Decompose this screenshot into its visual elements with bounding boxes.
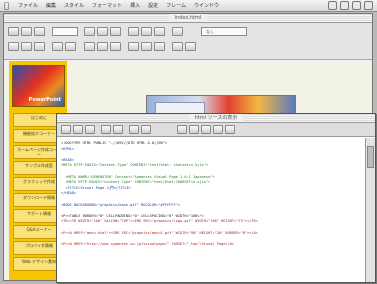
radio-icon[interactable]: [128, 42, 139, 51]
menu-format[interactable]: フォーマット: [92, 2, 122, 9]
menu-edit[interactable]: 編集: [46, 2, 56, 9]
source-window: html ソースの表示 <!DOCTYPE HTML PUBLIC "-//W3…: [56, 113, 376, 283]
clock-icon[interactable]: [328, 1, 337, 10]
heading-select[interactable]: [52, 27, 78, 36]
source-title: html ソースの表示: [188, 114, 244, 122]
form-icon[interactable]: [84, 42, 95, 51]
preview-icon[interactable]: [185, 42, 196, 51]
source-scroll-thumb[interactable]: [367, 146, 374, 168]
font-select-value: なし: [206, 29, 214, 34]
source-tool-icon[interactable]: [85, 125, 95, 134]
finder-icon[interactable]: [364, 1, 373, 10]
menu-file[interactable]: ファイル: [18, 2, 38, 9]
source-title-bar[interactable]: html ソースの表示: [57, 114, 375, 123]
rule-icon[interactable]: [65, 42, 76, 51]
document-title: index.html: [168, 14, 208, 22]
align-left-icon[interactable]: [128, 27, 139, 36]
table-icon[interactable]: [21, 42, 32, 51]
source-tool-icon[interactable]: [101, 125, 111, 134]
logo-text: PowerPoint: [28, 97, 61, 103]
source-tool-icon[interactable]: [141, 125, 151, 134]
underline-icon[interactable]: [110, 27, 121, 36]
menu-settings[interactable]: 設定: [148, 2, 158, 9]
anchor-icon[interactable]: [52, 42, 63, 51]
source-tool-icon[interactable]: [61, 125, 71, 134]
new-icon[interactable]: [8, 27, 19, 36]
html-source-text[interactable]: <!DOCTYPE HTML PUBLIC "-//W3C//DTD HTML …: [57, 138, 365, 282]
format-toolbar: なし: [4, 23, 372, 60]
menu-insert[interactable]: 挿入: [130, 2, 140, 9]
source-tool-icon[interactable]: [213, 125, 223, 134]
site-logo: PowerPoint: [12, 65, 65, 107]
button-icon[interactable]: [141, 42, 152, 51]
menubar-extras: [328, 1, 373, 10]
text-field-icon[interactable]: [97, 42, 108, 51]
source-tool-icon[interactable]: [201, 125, 211, 134]
font-select[interactable]: なし: [201, 27, 247, 36]
source-tool-icon[interactable]: [129, 125, 139, 134]
save-icon[interactable]: [34, 27, 45, 36]
popup-icon[interactable]: [154, 42, 165, 51]
list-icon[interactable]: [172, 27, 183, 36]
source-line: <P><A HREF="http://www.symantec.co.jp/vi…: [61, 241, 235, 246]
source-toolbar: [57, 123, 375, 137]
source-scrollbar[interactable]: [365, 138, 375, 282]
align-right-icon[interactable]: [154, 27, 165, 36]
frame-icon[interactable]: [172, 42, 183, 51]
open-icon[interactable]: [21, 27, 32, 36]
image-icon[interactable]: [8, 42, 19, 51]
source-tool-icon[interactable]: [113, 125, 123, 134]
apple-menu-icon[interactable]: : [4, 1, 12, 10]
align-center-icon[interactable]: [141, 27, 152, 36]
source-tool-icon[interactable]: [73, 125, 83, 134]
help-icon[interactable]: [340, 1, 349, 10]
source-tool-icon[interactable]: [177, 125, 187, 134]
bold-icon[interactable]: [84, 27, 95, 36]
menu-style[interactable]: スタイル: [64, 2, 84, 9]
source-tool-icon[interactable]: [189, 125, 199, 134]
menu-frame[interactable]: フレーム: [166, 2, 186, 9]
checkbox-icon[interactable]: [110, 42, 121, 51]
italic-icon[interactable]: [97, 27, 108, 36]
menu-bar:  ファイル 編集 スタイル フォーマット 挿入 設定 フレーム ウインドウ: [0, 0, 377, 12]
menu-window[interactable]: ウインドウ: [194, 2, 219, 9]
app-switcher-icon[interactable]: [352, 1, 361, 10]
source-tool-icon[interactable]: [225, 125, 235, 134]
link-icon[interactable]: [34, 42, 45, 51]
document-title-bar[interactable]: index.html: [4, 14, 372, 23]
